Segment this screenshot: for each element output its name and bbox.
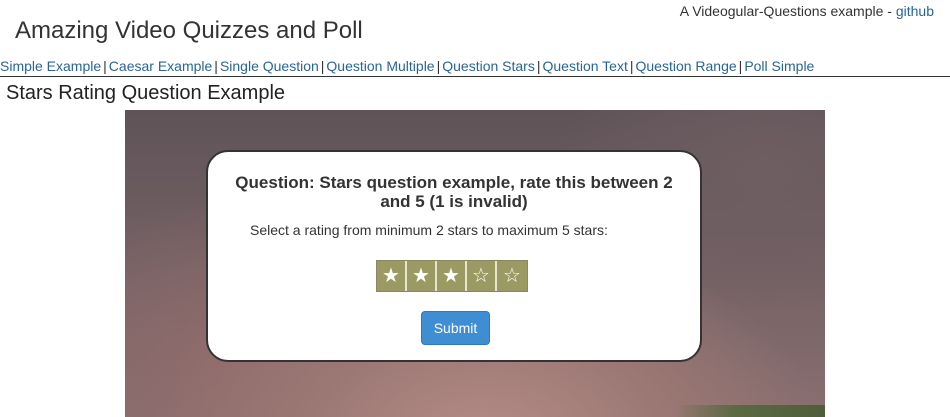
star-2[interactable]: ★ (407, 261, 437, 291)
example-note-text: A Videogular-Questions example - (679, 3, 892, 19)
nav-question-multiple[interactable]: Question Multiple (326, 58, 434, 74)
nav-question-range[interactable]: Question Range (635, 58, 736, 74)
nav-single-question[interactable]: Single Question (220, 58, 319, 74)
star-3[interactable]: ★ (437, 261, 467, 291)
site-title: Amazing Video Quizzes and Poll (15, 17, 363, 44)
nav-simple-example[interactable]: Simple Example (0, 58, 101, 74)
page-heading: Stars Rating Question Example (6, 82, 286, 104)
github-link[interactable]: github (896, 3, 934, 19)
star-1[interactable]: ★ (377, 261, 407, 291)
nav-poll-simple[interactable]: Poll Simple (744, 58, 814, 74)
nav-question-stars[interactable]: Question Stars (442, 58, 535, 74)
nav-caesar-example[interactable]: Caesar Example (109, 58, 213, 74)
page: A Videogular-Questions example - github … (0, 0, 950, 417)
nav-divider (0, 76, 950, 77)
star-5[interactable]: ☆ (497, 261, 527, 291)
star-rating: ★ ★ ★ ☆ ☆ (376, 260, 528, 292)
nav-question-text[interactable]: Question Text (542, 58, 627, 74)
nav-bar: Simple Example | Caesar Example | Single Que… (0, 58, 814, 74)
star-4[interactable]: ☆ (467, 261, 497, 291)
nav-separator: | (103, 58, 107, 74)
video-frame-foliage (675, 405, 825, 417)
question-help-text: Select a rating from minimum 2 stars to … (250, 222, 608, 238)
nav-separator: | (214, 58, 218, 74)
question-title: Question: Stars question example, rate t… (235, 173, 673, 211)
example-note: A Videogular-Questions example - github (680, 3, 934, 19)
question-dialog: Question: Stars question example, rate t… (206, 150, 702, 362)
submit-button[interactable]: Submit (421, 311, 490, 345)
